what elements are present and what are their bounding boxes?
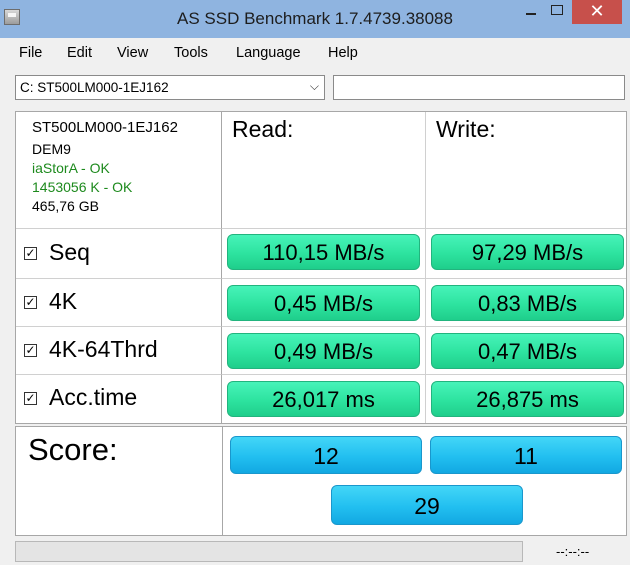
close-button[interactable]: ✕ xyxy=(572,0,622,24)
4k-label[interactable]: ✓ 4K xyxy=(24,288,77,315)
device-info: ST500LM000-1EJ162 DEM9 iaStorA - OK 1453… xyxy=(32,118,178,216)
device-info-panel: ST500LM000-1EJ162 DEM9 iaStorA - OK 1453… xyxy=(16,112,222,229)
acc-time-read-value: 26,017 ms xyxy=(227,381,420,417)
drive-select-value: C: ST500LM000-1EJ162 xyxy=(20,80,169,95)
4k-64thrd-label[interactable]: ✓ 4K-64Thrd xyxy=(24,336,158,363)
acc-time-read-cell: 26,017 ms xyxy=(222,375,426,423)
4k-64thrd-label-text: 4K-64Thrd xyxy=(49,336,158,362)
test-row-acc-time: ✓ Acc.time xyxy=(16,375,222,423)
4k-64thrd-write-cell: 0,47 MB/s xyxy=(426,327,626,375)
test-row-seq: ✓ Seq xyxy=(16,229,222,279)
test-row-4k: ✓ 4K xyxy=(16,279,222,327)
drive-select[interactable]: C: ST500LM000-1EJ162 ⌵ xyxy=(15,75,325,100)
seq-write-value: 97,29 MB/s xyxy=(431,234,624,270)
drive-text-field[interactable] xyxy=(333,75,625,100)
checkbox-checked-icon[interactable]: ✓ xyxy=(24,296,37,309)
write-header: Write: xyxy=(436,116,496,142)
score-divider xyxy=(222,427,223,535)
close-icon: ✕ xyxy=(589,1,605,21)
4k-64thrd-read-cell: 0,49 MB/s xyxy=(222,327,426,375)
menu-view[interactable]: View xyxy=(117,45,148,61)
acc-time-label[interactable]: ✓ Acc.time xyxy=(24,384,137,411)
seq-label[interactable]: ✓ Seq xyxy=(24,239,90,266)
device-firmware: DEM9 xyxy=(32,141,71,157)
4k-write-value: 0,83 MB/s xyxy=(431,285,624,321)
acc-time-write-cell: 26,875 ms xyxy=(426,375,626,423)
4k-64thrd-read-value: 0,49 MB/s xyxy=(227,333,420,369)
title-bar[interactable]: AS SSD Benchmark 1.7.4739.38088 ✕ xyxy=(0,0,630,38)
checkbox-checked-icon[interactable]: ✓ xyxy=(24,392,37,405)
maximize-button[interactable] xyxy=(544,0,570,24)
acc-time-label-text: Acc.time xyxy=(49,384,138,410)
device-alignment: 1453056 K - OK xyxy=(32,179,133,195)
results-grid: ST500LM000-1EJ162 DEM9 iaStorA - OK 1453… xyxy=(15,111,627,424)
menu-tools[interactable]: Tools xyxy=(174,45,208,61)
seq-read-cell: 110,15 MB/s xyxy=(222,229,426,279)
read-score: 12 xyxy=(230,436,422,474)
4k-read-value: 0,45 MB/s xyxy=(227,285,420,321)
minimize-icon xyxy=(526,13,536,15)
menu-edit[interactable]: Edit xyxy=(67,45,92,61)
write-score: 11 xyxy=(430,436,622,474)
total-score: 29 xyxy=(331,485,523,525)
seq-read-value: 110,15 MB/s xyxy=(227,234,420,270)
checkbox-checked-icon[interactable]: ✓ xyxy=(24,344,37,357)
checkbox-checked-icon[interactable]: ✓ xyxy=(24,247,37,260)
write-header-cell: Write: xyxy=(426,112,626,229)
seq-write-cell: 97,29 MB/s xyxy=(426,229,626,279)
acc-time-write-value: 26,875 ms xyxy=(431,381,624,417)
menu-help[interactable]: Help xyxy=(328,45,358,61)
chevron-down-icon[interactable]: ⌵ xyxy=(310,79,319,94)
menu-file[interactable]: File xyxy=(19,45,42,61)
4k-write-cell: 0,83 MB/s xyxy=(426,279,626,327)
device-model: ST500LM000-1EJ162 xyxy=(32,119,178,136)
read-header: Read: xyxy=(232,116,294,142)
menu-bar: File Edit View Tools Language Help xyxy=(0,38,630,68)
device-size: 465,76 GB xyxy=(32,198,99,214)
test-row-4k-64thrd: ✓ 4K-64Thrd xyxy=(16,327,222,375)
score-panel: Score: 12 11 29 xyxy=(15,426,627,536)
seq-label-text: Seq xyxy=(49,239,90,265)
menu-language[interactable]: Language xyxy=(236,45,301,61)
device-driver: iaStorA - OK xyxy=(32,160,110,176)
progress-bar xyxy=(15,541,523,562)
4k-label-text: 4K xyxy=(49,288,78,314)
minimize-button[interactable] xyxy=(518,0,544,24)
score-label: Score: xyxy=(28,432,118,467)
maximize-icon xyxy=(551,5,563,15)
4k-64thrd-write-value: 0,47 MB/s xyxy=(431,333,624,369)
read-header-cell: Read: xyxy=(222,112,426,229)
4k-read-cell: 0,45 MB/s xyxy=(222,279,426,327)
elapsed-timer: --:--:-- xyxy=(556,544,590,559)
